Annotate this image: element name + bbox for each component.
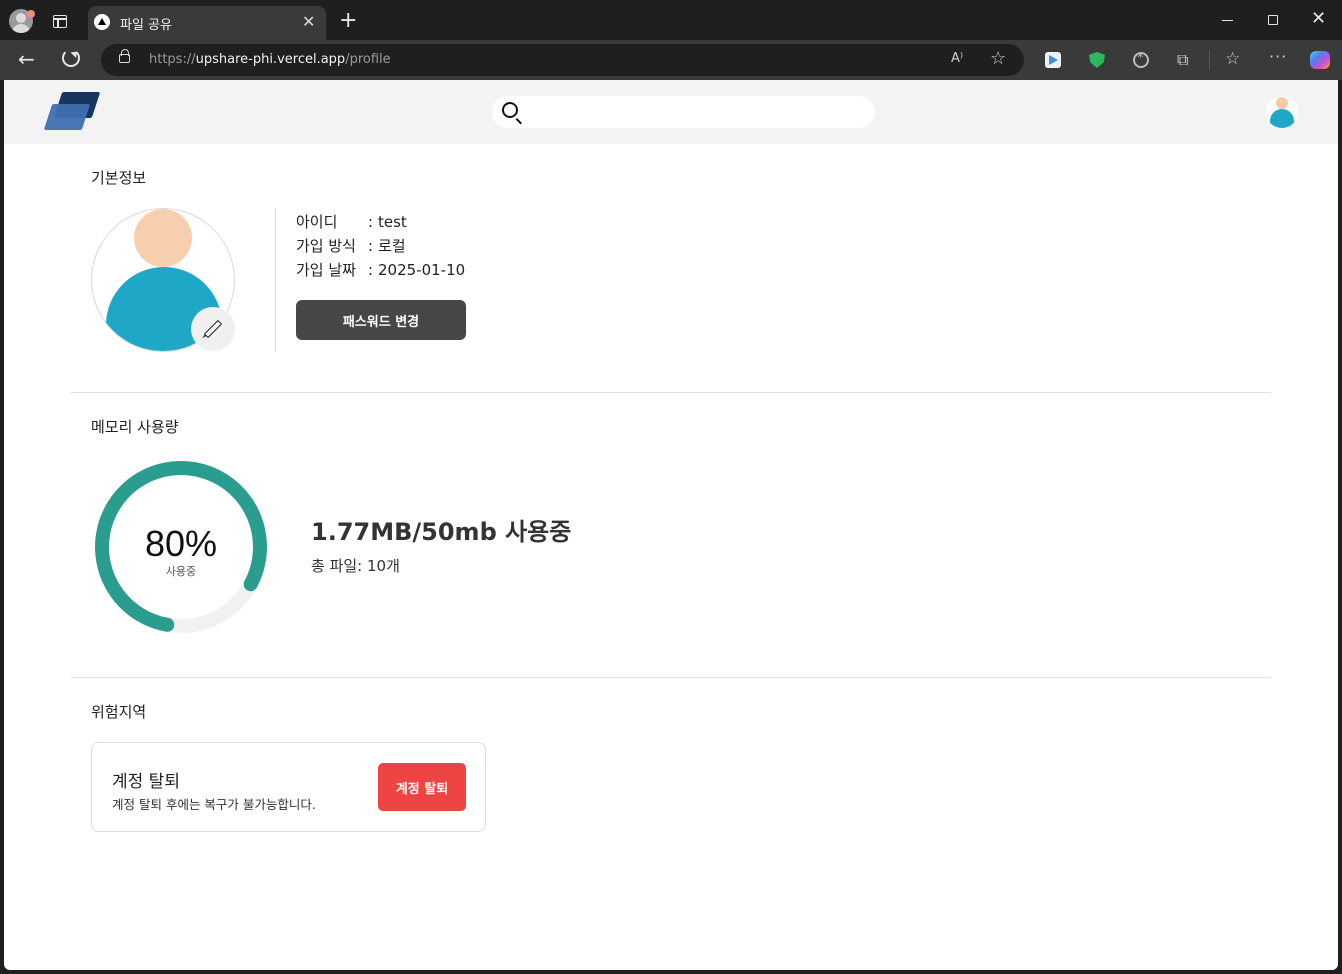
site-logo[interactable]: [43, 92, 102, 132]
favorite-star-icon[interactable]: ☆: [990, 48, 1006, 70]
info-label: 가입 방식: [296, 237, 356, 255]
search-icon[interactable]: [502, 102, 518, 118]
file-count: 총 파일: 10개: [311, 557, 400, 575]
edit-avatar-button[interactable]: [191, 307, 235, 351]
site-header: [4, 80, 1338, 144]
info-label: 아이디: [296, 213, 338, 231]
extension-shield-icon[interactable]: [1089, 52, 1105, 68]
favorites-icon[interactable]: ☆: [1225, 49, 1240, 69]
window-maximize-icon[interactable]: [1268, 15, 1278, 25]
new-tab-icon[interactable]: +: [339, 9, 357, 33]
window-close-icon[interactable]: ✕: [1311, 9, 1326, 29]
search-input[interactable]: [528, 100, 858, 124]
tab-title: 파일 공유: [120, 18, 172, 33]
info-value: 2025-01-10: [378, 261, 466, 279]
browser-tabbar: 파일 공유 ✕ + ✕: [0, 0, 1342, 40]
browser-tab[interactable]: 파일 공유 ✕: [88, 6, 326, 40]
copilot-icon[interactable]: [1310, 51, 1330, 69]
usage-amount: 1.77MB/50mb 사용중: [311, 518, 572, 546]
user-avatar[interactable]: [1266, 96, 1298, 128]
memory-usage-title: 메모리 사용량: [91, 418, 179, 436]
basic-info-title: 기본정보: [91, 169, 147, 187]
more-menu-icon[interactable]: ···: [1269, 47, 1287, 66]
profile-notification-dot: [27, 10, 35, 18]
info-colon: :: [368, 261, 374, 279]
info-colon: :: [368, 237, 374, 255]
search-bar[interactable]: [492, 96, 875, 128]
info-colon: :: [368, 213, 374, 231]
delete-account-description: 계정 탈퇴 후에는 복구가 불가능합니다.: [112, 797, 316, 812]
section-divider: [71, 677, 1271, 678]
extensions-puzzle-icon[interactable]: ⧉: [1177, 52, 1193, 68]
section-divider: [71, 392, 1271, 393]
url-text[interactable]: https://upshare-phi.vercel.app/profile: [149, 52, 391, 67]
reload-icon[interactable]: [62, 49, 80, 67]
info-value: test: [378, 213, 407, 231]
window-minimize-icon[interactable]: [1222, 20, 1233, 21]
delete-account-title: 계정 탈퇴: [112, 772, 180, 792]
danger-zone-title: 위험지역: [91, 703, 147, 721]
delete-account-card: 계정 탈퇴 계정 탈퇴 후에는 복구가 불가능합니다. 계정 탈퇴: [91, 742, 486, 832]
extension-snowflake-icon[interactable]: [1133, 51, 1149, 68]
vercel-favicon-icon: [94, 14, 110, 30]
tab-actions-icon[interactable]: [53, 15, 67, 28]
back-arrow-icon[interactable]: ←: [18, 48, 35, 70]
delete-account-button[interactable]: 계정 탈퇴: [378, 763, 466, 811]
pencil-icon: [203, 319, 223, 339]
info-row-signup-method: 가입 방식: 로컬: [296, 235, 406, 256]
info-label: 가입 날짜: [296, 261, 356, 279]
toolbar-divider: [1209, 50, 1210, 70]
usage-percent: 80%: [144, 523, 218, 564]
tab-close-icon[interactable]: ✕: [302, 12, 315, 32]
info-divider: [275, 208, 276, 352]
lock-icon[interactable]: [119, 49, 130, 63]
usage-percent-caption: 사용중: [165, 565, 197, 578]
info-row-signup-date: 가입 날짜:2025-01-10: [296, 259, 465, 280]
read-aloud-icon[interactable]: A⁾: [951, 51, 963, 66]
info-row-id: 아이디: test: [296, 211, 407, 232]
extension-media-icon[interactable]: [1045, 52, 1061, 68]
info-value: 로컬: [378, 237, 406, 255]
change-password-button[interactable]: 패스워드 변경: [296, 300, 466, 340]
page-content: 기본정보 아이디: test 가입 방식: 로컬 가입 날짜:2025-01-10 …: [4, 80, 1338, 970]
address-bar[interactable]: https://upshare-phi.vercel.app/profile A…: [101, 44, 1024, 76]
browser-toolbar: ← https://upshare-phi.vercel.app/profile…: [0, 40, 1342, 80]
